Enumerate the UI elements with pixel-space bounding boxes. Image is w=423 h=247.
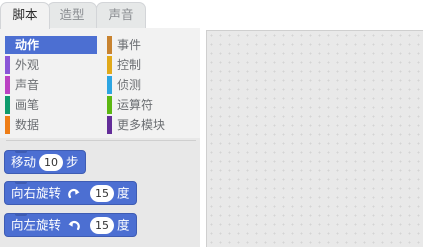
tab-scripts[interactable]: 脚本: [0, 2, 50, 29]
block-text: 向左旋转: [11, 217, 62, 233]
category-color-swatch: [107, 96, 112, 114]
degrees-input[interactable]: 15: [89, 185, 114, 202]
category-color-swatch: [5, 76, 10, 94]
block-palette: 动作 外观 声音 画笔 数据 事件 控制 侦测 运算符 更多模块 移动 10 步…: [0, 28, 200, 247]
category-label: 侦测: [117, 78, 142, 92]
category-motion[interactable]: 动作: [5, 36, 97, 54]
block-text: 移动: [11, 154, 37, 170]
category-color-swatch: [5, 116, 10, 134]
category-label: 事件: [117, 38, 142, 52]
steps-input[interactable]: 10: [39, 154, 64, 171]
category-color-swatch: [107, 36, 112, 54]
category-selector: 动作 外观 声音 画笔 数据 事件 控制 侦测 运算符 更多模块: [0, 28, 200, 138]
category-color-swatch: [5, 56, 10, 74]
rotate-left-icon: [68, 220, 80, 230]
category-label: 控制: [117, 58, 142, 72]
rotate-right-icon: [68, 188, 80, 198]
degrees-input[interactable]: 15: [89, 217, 114, 234]
block-text: 步: [66, 154, 79, 170]
tab-costumes[interactable]: 造型: [47, 2, 97, 28]
category-label: 数据: [15, 118, 40, 132]
category-color-swatch: [107, 116, 112, 134]
block-turn-right[interactable]: 向右旋转 15 度: [4, 181, 137, 205]
category-looks[interactable]: 外观: [5, 56, 97, 74]
category-label: 更多模块: [117, 118, 166, 132]
block-turn-left[interactable]: 向左旋转 15 度: [4, 213, 137, 237]
category-control[interactable]: 控制: [107, 56, 199, 74]
block-text: 度: [116, 185, 130, 201]
tab-sounds[interactable]: 声音: [96, 2, 146, 28]
category-pen[interactable]: 画笔: [5, 96, 97, 114]
tab-bar: 脚本 造型 声音: [0, 0, 206, 29]
block-text: 向右旋转: [11, 185, 62, 201]
category-label: 声音: [15, 78, 40, 92]
category-color-swatch: [107, 76, 112, 94]
block-text: 度: [116, 217, 130, 233]
category-sensing[interactable]: 侦测: [107, 76, 199, 94]
palette-divider: [6, 140, 196, 141]
category-operators[interactable]: 运算符: [107, 96, 199, 114]
category-label: 动作: [15, 38, 40, 52]
category-color-swatch: [107, 56, 112, 74]
category-color-swatch: [5, 36, 10, 54]
category-events[interactable]: 事件: [107, 36, 199, 54]
category-label: 画笔: [15, 98, 40, 112]
scripts-area[interactable]: [206, 30, 423, 247]
category-sound[interactable]: 声音: [5, 76, 97, 94]
category-data[interactable]: 数据: [5, 116, 97, 134]
category-color-swatch: [5, 96, 10, 114]
category-label: 运算符: [117, 98, 154, 112]
block-move-steps[interactable]: 移动 10 步: [4, 150, 86, 174]
category-more-blocks[interactable]: 更多模块: [107, 116, 199, 134]
category-label: 外观: [15, 58, 40, 72]
